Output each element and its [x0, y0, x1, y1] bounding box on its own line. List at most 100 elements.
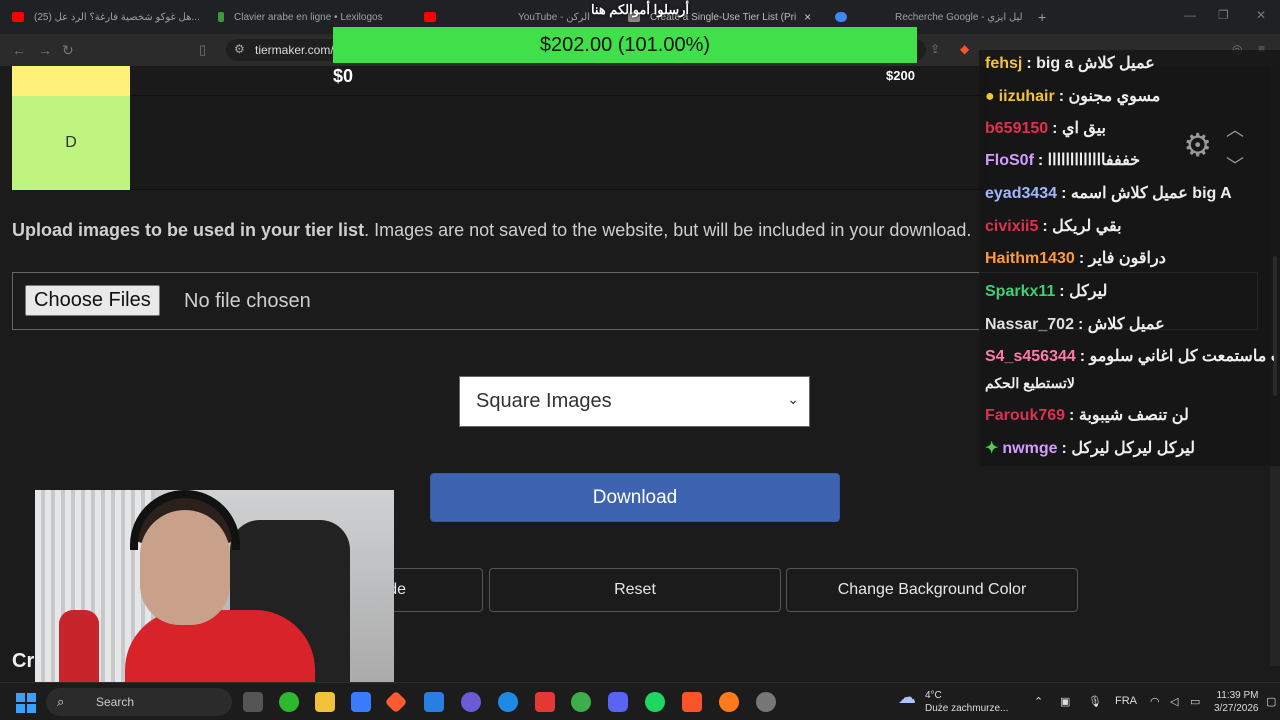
battery-icon[interactable]: ▭ — [1190, 695, 1200, 708]
chat-user: fehsj — [985, 55, 1023, 72]
app-tray-icon[interactable]: ▣ — [1060, 695, 1070, 708]
reset-button[interactable]: Reset — [489, 568, 781, 612]
badge-icon: ● — [985, 88, 995, 105]
app-icon[interactable] — [719, 692, 739, 712]
webcam-microphone — [59, 610, 99, 690]
brave-shield-icon[interactable]: ◆ — [960, 42, 969, 56]
chat-message: Farouk769: لن تنصف شيبوبة — [985, 403, 1274, 429]
language-indicator[interactable]: FRA — [1115, 695, 1137, 707]
edge-icon[interactable] — [498, 692, 518, 712]
gear-icon[interactable]: ⚙ — [1183, 126, 1212, 164]
chat-user: eyad3434 — [985, 185, 1058, 202]
no-file-chosen-label: No file chosen — [184, 290, 311, 312]
chat-user: FloS0f — [985, 152, 1034, 169]
chat-message: fehsj: big a عميل كلاش — [985, 51, 1274, 77]
youtube-icon — [12, 12, 24, 22]
xbox-icon[interactable] — [279, 692, 299, 712]
chat-text: : دراقون فاير — [1078, 250, 1166, 267]
app-icon[interactable] — [461, 692, 481, 712]
upload-instructions: Upload images to be used in your tier li… — [12, 220, 971, 241]
goal-header: أرسلوا أموالكم هنا — [590, 2, 690, 17]
minimize-icon[interactable]: — — [1184, 8, 1196, 22]
chat-text: : بيق اي — [1052, 120, 1106, 137]
chat-user: nwmge — [1002, 440, 1058, 457]
chat-message: S4_s456344: انت ماستمعت كل اغاني سلومو — [985, 344, 1274, 370]
chat-text: : خفففااااااااااااا — [1037, 152, 1141, 169]
tab-label: (25) هل غوكو شخصية فارغة؟ الرد عل... — [34, 11, 200, 23]
clock[interactable]: 11:39 PM 3/27/2026 — [1214, 689, 1259, 715]
chat-text: : لن تنصف شيبوبة — [1069, 407, 1189, 424]
weather-temp: 4°C — [925, 690, 942, 701]
chat-message: Sparkx11: ليركل — [985, 279, 1274, 305]
chat-user: civixii5 — [985, 218, 1039, 235]
maximize-icon[interactable]: ❐ — [1218, 8, 1229, 22]
chevron-up-icon[interactable]: ⌃ — [1034, 695, 1043, 708]
chat-message: ● iizuhair: مسوي مجنون — [985, 84, 1274, 110]
forward-icon[interactable]: → — [38, 42, 52, 58]
chat-user: Sparkx11 — [985, 283, 1056, 300]
task-view-icon[interactable] — [243, 692, 263, 712]
chat-text: : big a عميل كلاش — [1026, 55, 1155, 72]
partial-heading: Cr — [12, 650, 35, 672]
url-text: tiermaker.com/ — [255, 43, 334, 57]
stream-chat: fehsj: big a عميل كلاش ● iizuhair: مسوي م… — [979, 50, 1280, 466]
utorrent-icon[interactable] — [571, 692, 591, 712]
image-shape-select[interactable]: Square Images ⌄ — [459, 376, 810, 427]
goal-end: $200 — [886, 68, 915, 83]
chat-message: civixii5: بقي لريكل — [985, 214, 1274, 240]
taskbar-search[interactable]: ⌕ Search — [46, 688, 232, 716]
microphone-icon[interactable]: 🎙 — [1088, 695, 1102, 708]
copilot-icon[interactable] — [351, 692, 371, 712]
tier-row-d — [130, 96, 990, 190]
chat-user: Nassar_702 — [985, 316, 1074, 333]
site-info-icon[interactable]: ⚙ — [234, 42, 245, 56]
chat-user: S4_s456344 — [985, 348, 1076, 365]
badge-icon: ✦ — [985, 440, 999, 457]
chevron-up-icon[interactable]: ︿ — [1226, 116, 1244, 142]
volume-icon[interactable]: ◁ — [1170, 695, 1178, 708]
chevron-down-icon[interactable]: ﹀ — [1226, 152, 1244, 178]
tier-label-d: D — [12, 96, 130, 190]
tier-label-e — [12, 66, 130, 96]
goal-start: $0 — [333, 66, 354, 86]
close-icon[interactable]: × — [804, 10, 811, 24]
share-icon[interactable]: ⇪ — [930, 42, 940, 56]
google-icon — [835, 12, 847, 22]
tab-youtube-goku[interactable]: (25) هل غوكو شخصية فارغة؟ الرد عل... — [12, 4, 212, 30]
chat-text: : عميل كلاش — [1077, 316, 1165, 333]
chat-text: : ليركل — [1059, 283, 1108, 300]
discord-icon[interactable] — [608, 692, 628, 712]
notification-icon[interactable]: ▢ — [1266, 695, 1276, 708]
lexilogos-icon — [218, 12, 224, 22]
download-button[interactable]: Download — [430, 473, 840, 522]
webcam-person-body — [125, 610, 315, 690]
windows-start-icon[interactable] — [16, 693, 36, 713]
close-window-icon[interactable]: ✕ — [1256, 8, 1266, 22]
chat-text: : انت ماستمعت كل اغاني سلومو — [1079, 348, 1274, 365]
search-icon: ⌕ — [57, 694, 65, 709]
brave-icon[interactable] — [682, 692, 702, 712]
wifi-icon[interactable]: ◠ — [1150, 695, 1160, 708]
reload-icon[interactable]: ↻ — [62, 42, 74, 59]
chat-user: Haithm1430 — [985, 250, 1075, 267]
file-explorer-icon[interactable] — [315, 692, 335, 712]
chat-text: : عميل كلاش اسمه big A — [1061, 185, 1232, 202]
change-background-color-button[interactable]: Change Background Color — [786, 568, 1078, 612]
chat-message: Nassar_702: عميل كلاش — [985, 312, 1274, 338]
chevron-down-icon: ⌄ — [787, 391, 799, 407]
clock-time: 11:39 PM — [1216, 690, 1259, 701]
new-tab-button[interactable]: + — [1038, 4, 1052, 30]
store-icon[interactable] — [424, 692, 444, 712]
choose-files-button[interactable]: Choose Files — [25, 285, 160, 316]
app-icon[interactable] — [384, 690, 408, 714]
bookmark-icon[interactable]: ▯ — [199, 42, 206, 58]
donation-goal-bar: $202.00 (101.00%) — [333, 27, 917, 63]
obs-icon[interactable] — [756, 692, 776, 712]
chat-message: eyad3434: عميل كلاش اسمه big A — [985, 181, 1274, 207]
spotify-icon[interactable] — [645, 692, 665, 712]
clock-date: 3/27/2026 — [1214, 703, 1259, 714]
weather-desc: Duże zachmurze... — [925, 703, 1009, 714]
back-icon[interactable]: ← — [12, 42, 26, 58]
app-icon[interactable] — [535, 692, 555, 712]
tier-row-e — [130, 66, 990, 96]
